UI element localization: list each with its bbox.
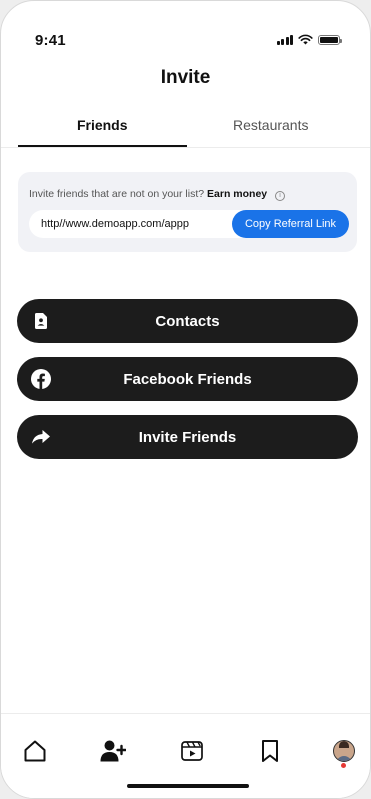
- facebook-friends-button[interactable]: Facebook Friends: [17, 357, 358, 401]
- video-icon: [181, 741, 203, 761]
- home-icon: [24, 740, 46, 762]
- facebook-friends-label: Facebook Friends: [123, 370, 252, 388]
- tabs-divider: [1, 147, 370, 148]
- battery-icon: [318, 34, 342, 45]
- earn-money-label: Earn money: [207, 188, 268, 200]
- share-arrow-icon: [31, 427, 51, 447]
- signal-icon: [276, 34, 293, 45]
- referral-prompt-text: Invite friends that are not on your list…: [29, 188, 205, 200]
- facebook-icon: [31, 369, 51, 389]
- info-icon[interactable]: i: [275, 191, 286, 201]
- tab-bar: Friends Restaurants: [18, 109, 355, 147]
- nav-home[interactable]: [20, 736, 50, 766]
- wifi-icon: [298, 34, 313, 45]
- home-indicator: [127, 784, 249, 788]
- tab-restaurants[interactable]: Restaurants: [187, 109, 356, 147]
- tab-friends[interactable]: Friends: [18, 109, 187, 147]
- status-icons: [276, 34, 342, 45]
- referral-link-field: Copy Referral Link: [29, 210, 349, 238]
- status-time: 9:41: [35, 32, 66, 49]
- nav-videos[interactable]: [177, 736, 207, 766]
- notification-dot: [341, 763, 346, 768]
- invite-friends-button[interactable]: Invite Friends: [17, 415, 358, 459]
- page-title: Invite: [160, 67, 211, 88]
- phone-screen: 9:41 Invite Friends Restaurants Invite f…: [0, 0, 371, 799]
- invite-friends-label: Invite Friends: [138, 428, 237, 446]
- referral-link-input[interactable]: [29, 210, 239, 238]
- profile-avatar: [333, 740, 355, 762]
- referral-card: Invite friends that are not on your list…: [18, 172, 357, 252]
- add-user-icon: [100, 740, 126, 762]
- contacts-label: Contacts: [155, 312, 220, 330]
- bookmark-icon: [262, 740, 278, 762]
- contact-card-icon: [31, 311, 51, 331]
- copy-referral-link-button[interactable]: Copy Referral Link: [232, 210, 349, 238]
- nav-invite[interactable]: [98, 736, 128, 766]
- contacts-button[interactable]: Contacts: [17, 299, 358, 343]
- nav-saved[interactable]: [255, 736, 285, 766]
- referral-prompt: Invite friends that are not on your list…: [29, 188, 286, 201]
- nav-profile[interactable]: [329, 736, 359, 766]
- status-bar: 9:41: [1, 1, 370, 61]
